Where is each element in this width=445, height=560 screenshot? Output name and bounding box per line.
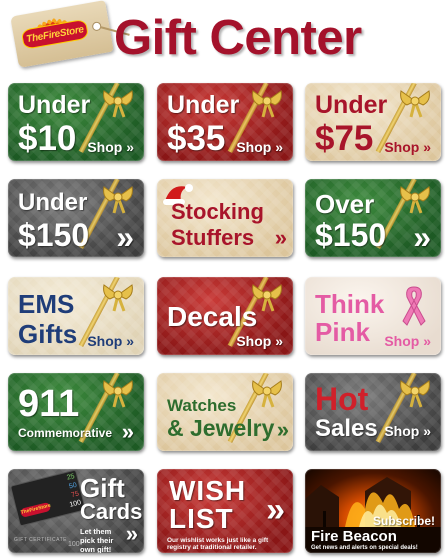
shop-link[interactable]: Shop » <box>236 333 283 349</box>
tile-label-2: Commemorative <box>18 426 113 440</box>
tile-under-35[interactable]: Under $35 Shop » <box>157 83 293 161</box>
tile-label-1: EMS <box>18 289 75 319</box>
chevron-right-icon: » <box>423 139 431 155</box>
tile-label-1: Under <box>167 91 240 119</box>
tile-label-1: Under <box>18 91 91 119</box>
tile-label-1: WISH <box>169 475 247 506</box>
tile-label-2: $150 <box>315 217 387 253</box>
tile-watches-jewelry[interactable]: Watches & Jewelry » <box>157 373 293 451</box>
tile-label-1: Fire Beacon <box>311 528 397 545</box>
tile-gift-cards[interactable]: 25 50 75 100 TheFireStore GIFT CERTIFICA… <box>8 469 144 553</box>
tile-fire-beacon[interactable]: Subscribe! Fire Beacon Get news and aler… <box>305 469 441 553</box>
tile-ems-gifts[interactable]: EMS Gifts Shop » <box>8 277 144 355</box>
chevron-right-icon[interactable]: » <box>266 491 285 530</box>
bow-icon <box>400 186 430 214</box>
tile-under-150[interactable]: Under $150 » <box>8 179 144 257</box>
tile-subtext: Let them pick their own gift! <box>80 527 114 553</box>
bow-icon <box>400 380 430 408</box>
bow-icon <box>252 90 282 118</box>
chevron-right-icon[interactable]: » <box>116 219 134 256</box>
tile-label-1: Over <box>315 189 375 219</box>
store-logo-tag[interactable]: TheFireStore <box>10 0 114 68</box>
chevron-right-icon[interactable]: » <box>122 419 134 445</box>
chevron-right-icon: » <box>423 423 431 439</box>
bow-icon <box>103 186 133 214</box>
tile-stocking-stuffers[interactable]: Stocking Stuffers » <box>157 179 293 257</box>
shop-link[interactable]: Shop » <box>87 139 134 155</box>
bow-icon <box>252 380 282 408</box>
chevron-right-icon: » <box>275 139 283 155</box>
pink-ribbon-icon <box>402 286 426 326</box>
bow-icon <box>103 284 133 312</box>
chevron-right-icon: » <box>423 333 431 349</box>
tile-under-75[interactable]: Under $75 Shop » <box>305 83 441 161</box>
tile-label-2: $75 <box>315 119 374 158</box>
bow-icon <box>103 90 133 118</box>
tile-wish-list[interactable]: WISH LIST Our wishlist works just like a… <box>157 469 293 553</box>
tile-under-10[interactable]: Under $10 Shop » <box>8 83 144 161</box>
chevron-right-icon[interactable]: » <box>126 521 138 547</box>
tile-over-150[interactable]: Over $150 » <box>305 179 441 257</box>
tile-label-2: & Jewelry <box>167 415 275 441</box>
chevron-right-icon[interactable]: » <box>275 225 287 251</box>
tile-label-1: Hot <box>315 381 369 417</box>
page-header: TheFireStore Gift Center <box>0 0 445 76</box>
tile-subtext: Our wishlist works just like a gift regi… <box>167 537 269 551</box>
tile-label-1: Decals <box>167 301 258 332</box>
tile-label-2: Pink <box>315 317 370 347</box>
tile-label-2: Cards <box>80 499 143 524</box>
chevron-right-icon: » <box>126 139 134 155</box>
shop-link[interactable]: Shop » <box>384 423 431 439</box>
chevron-right-icon: » <box>275 333 283 349</box>
tile-label-1: 911 <box>18 383 80 425</box>
tile-label-2: Stuffers <box>171 225 255 250</box>
tile-label-2: Sales <box>315 415 378 442</box>
tile-think-pink[interactable]: Think Pink Shop » <box>305 277 441 355</box>
gift-certificate-label: GIFT CERTIFICATE <box>14 537 68 543</box>
chevron-right-icon[interactable]: » <box>277 417 289 443</box>
tile-label-2: LIST <box>169 503 234 534</box>
tile-label-1: Think <box>315 289 385 319</box>
tile-label-1: Under <box>315 91 388 119</box>
subscribe-label: Subscribe! <box>372 514 435 528</box>
chevron-right-icon[interactable]: » <box>413 219 431 256</box>
tile-subtext: Get news and alerts on special deals! <box>311 545 418 551</box>
tile-label-1: Under <box>18 189 88 216</box>
tile-label-2: $150 <box>18 217 90 253</box>
bow-icon <box>400 90 430 118</box>
tile-label-1: Watches <box>167 396 237 415</box>
tile-label-2: Gifts <box>18 319 78 349</box>
shop-link[interactable]: Shop » <box>384 333 431 349</box>
shop-link[interactable]: Shop » <box>87 333 134 349</box>
bow-icon <box>103 380 133 408</box>
chevron-right-icon: » <box>126 333 134 349</box>
tile-label-2: $35 <box>167 119 226 158</box>
tile-911-commemorative[interactable]: 911 Commemorative » <box>8 373 144 451</box>
shop-link[interactable]: Shop » <box>236 139 283 155</box>
gift-certificate-value: 100 <box>68 541 80 548</box>
tile-label-2: $10 <box>18 119 77 158</box>
tile-hot-sales[interactable]: Hot Sales Shop » <box>305 373 441 451</box>
store-logo: TheFireStore <box>20 18 90 50</box>
tile-label-1: Gift <box>80 473 125 503</box>
tile-decals[interactable]: Decals Shop » <box>157 277 293 355</box>
store-logo-mini: TheFireStore <box>19 501 52 518</box>
tile-label-1: Stocking <box>171 199 264 224</box>
shop-link[interactable]: Shop » <box>384 139 431 155</box>
page-title: Gift Center <box>114 11 362 65</box>
